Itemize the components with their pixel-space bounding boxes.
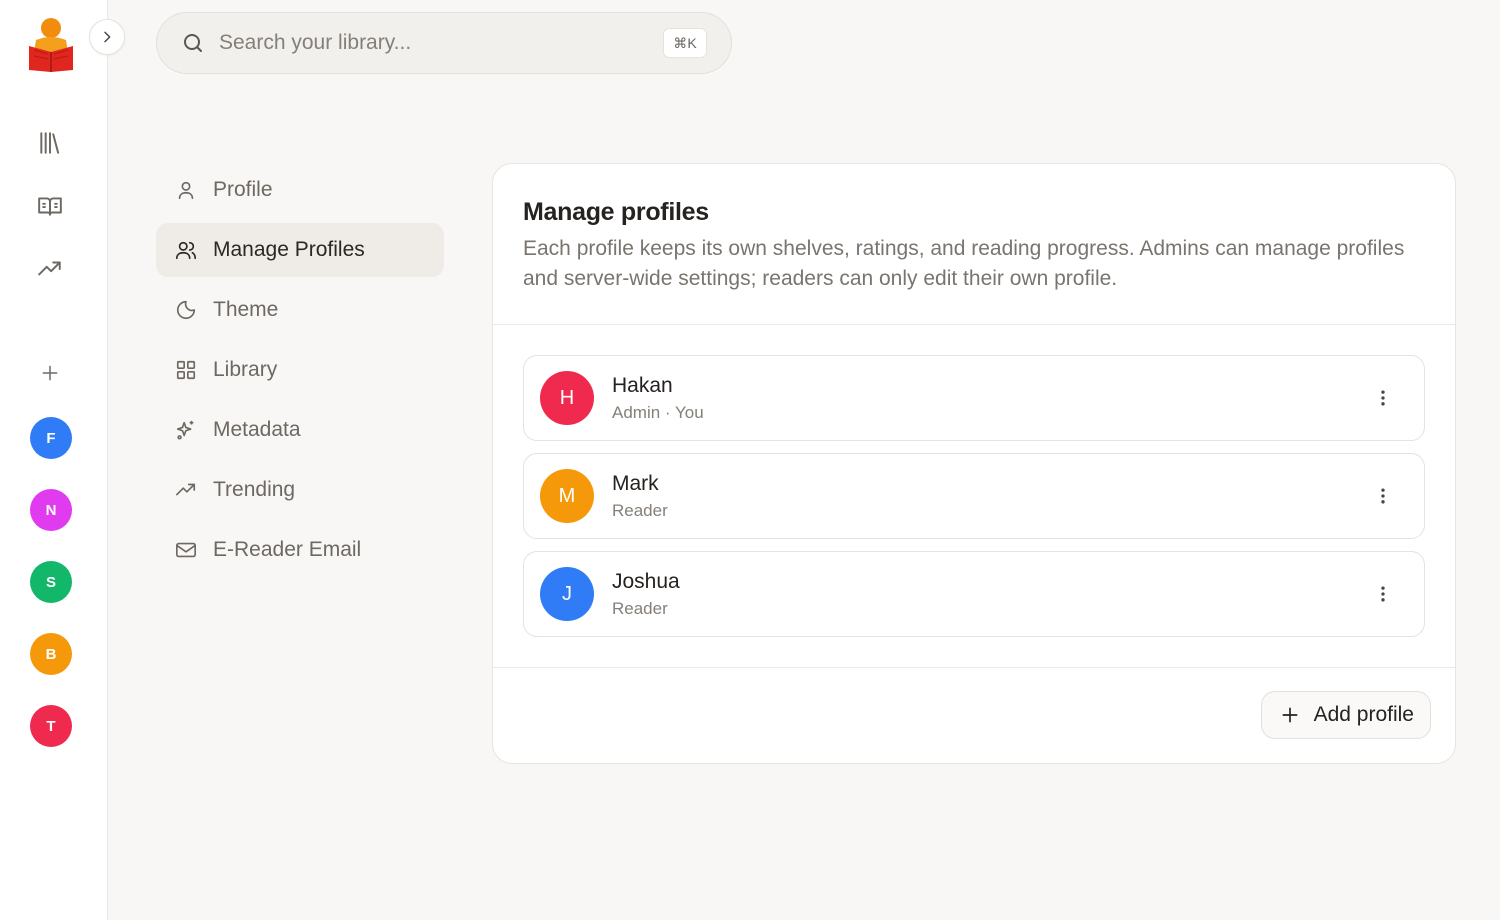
nav-item-library[interactable]: Library — [156, 343, 444, 397]
avatar: J — [540, 567, 594, 621]
grid-icon — [174, 358, 198, 382]
settings-nav: Profile Manage Profiles Theme Library Me… — [156, 163, 444, 583]
nav-item-label: Metadata — [213, 418, 301, 441]
shortcut-badge: ⌘K — [663, 28, 707, 58]
profile-role: Reader — [612, 500, 668, 520]
nav-item-label: Profile — [213, 178, 273, 201]
mail-icon — [174, 538, 198, 562]
moon-icon — [174, 298, 198, 322]
card-header: Manage profiles Each profile keeps its o… — [493, 164, 1455, 325]
profile-row-mark[interactable]: M Mark Reader — [523, 453, 1425, 539]
nav-item-label: Trending — [213, 478, 296, 501]
profile-role: Reader — [612, 598, 668, 618]
book-open-icon[interactable] — [34, 190, 66, 222]
nav-item-e-reader-email[interactable]: E-Reader Email — [156, 523, 444, 577]
card-description: Each profile keeps its own shelves, rati… — [523, 237, 1405, 290]
avatar-initial: N — [45, 501, 57, 519]
avatar: H — [540, 371, 594, 425]
nav-item-label: E-Reader Email — [213, 538, 362, 561]
manage-profiles-card: Manage profiles Each profile keeps its o… — [492, 163, 1456, 764]
add-profile-label: Add profile — [1313, 703, 1414, 726]
profile-name: Hakan — [612, 373, 673, 397]
app-rail: F N S B T — [0, 0, 108, 920]
more-vertical-icon — [1381, 488, 1385, 504]
trending-icon[interactable] — [34, 253, 66, 285]
nav-item-manage-profiles[interactable]: Manage Profiles — [156, 223, 444, 277]
expand-sidebar-button[interactable] — [89, 19, 125, 55]
nav-item-profile[interactable]: Profile — [156, 163, 444, 217]
profile-row-joshua[interactable]: J Joshua Reader — [523, 551, 1425, 637]
profile-list: H Hakan Admin · You M Mark Reader J Josh… — [493, 325, 1455, 668]
plus-icon — [1280, 705, 1300, 725]
search-bar[interactable]: ⌘K — [156, 12, 732, 74]
avatar-initial: H — [559, 386, 575, 409]
app-logo[interactable] — [26, 16, 76, 72]
avatar-initial: T — [46, 717, 56, 735]
profile-name: Joshua — [612, 569, 680, 593]
nav-item-trending[interactable]: Trending — [156, 463, 444, 517]
avatar-initial: S — [45, 573, 56, 591]
nav-item-theme[interactable]: Theme — [156, 283, 444, 337]
profile-name: Mark — [612, 471, 659, 495]
more-options-button[interactable] — [1368, 579, 1398, 609]
sparkles-icon — [174, 418, 198, 442]
avatar-initial: M — [558, 484, 576, 507]
avatar: M — [540, 469, 594, 523]
chevron-right-icon — [104, 31, 111, 43]
rail-avatar-s[interactable]: S — [30, 561, 72, 603]
user-icon — [174, 178, 198, 202]
nav-item-metadata[interactable]: Metadata — [156, 403, 444, 457]
avatar-initial: B — [45, 645, 57, 663]
plus-icon[interactable] — [34, 357, 66, 389]
users-icon — [174, 238, 198, 262]
nav-item-label: Library — [213, 358, 278, 381]
add-profile-button[interactable]: Add profile — [1260, 691, 1431, 739]
library-icon[interactable] — [34, 127, 66, 159]
card-title: Manage profiles — [523, 198, 709, 226]
trending-icon — [174, 478, 198, 502]
search-input[interactable] — [219, 31, 663, 55]
search-icon — [184, 34, 202, 52]
more-options-button[interactable] — [1368, 481, 1398, 511]
more-vertical-icon — [1381, 390, 1385, 406]
more-options-button[interactable] — [1368, 383, 1398, 413]
more-vertical-icon — [1381, 586, 1385, 602]
profile-row-hakan[interactable]: H Hakan Admin · You — [523, 355, 1425, 441]
rail-avatar-b[interactable]: B — [30, 633, 72, 675]
nav-item-label: Manage Profiles — [213, 238, 365, 261]
avatar-initial: J — [562, 582, 572, 605]
profile-role: Admin · You — [612, 402, 704, 422]
rail-avatar-t[interactable]: T — [30, 705, 72, 747]
rail-avatar-f[interactable]: F — [30, 417, 72, 459]
rail-avatar-n[interactable]: N — [30, 489, 72, 531]
nav-item-label: Theme — [213, 298, 279, 321]
avatar-initial: F — [46, 429, 56, 447]
